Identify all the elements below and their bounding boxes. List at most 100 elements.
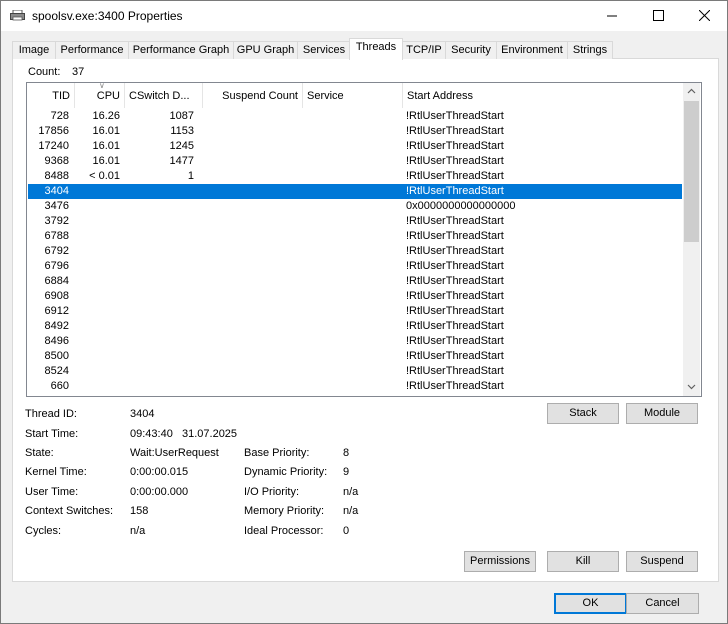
- thread-start-address-cell: !RtlUserThreadStart: [406, 110, 504, 122]
- tab-environment[interactable]: Environment: [496, 41, 568, 59]
- tab-tcpip[interactable]: TCP/IP: [402, 41, 446, 59]
- thread-id-label: Thread ID:: [25, 408, 77, 420]
- table-row[interactable]: 17240 16.01 1245 !RtlUserThreadStart: [28, 139, 682, 154]
- thread-start-address-cell: !RtlUserThreadStart: [406, 140, 504, 152]
- thread-tid-cell: 6796: [44, 260, 69, 272]
- column-header-start-address[interactable]: Start Address: [403, 83, 683, 108]
- table-row[interactable]: 6796 !RtlUserThreadStart: [28, 259, 682, 274]
- thread-cpu-cell: [72, 184, 120, 199]
- thread-cpu-cell: [72, 274, 120, 289]
- thread-id-value: 3404: [130, 408, 155, 420]
- thread-tid-cell: 6912: [44, 305, 69, 317]
- table-row[interactable]: 8500 !RtlUserThreadStart: [28, 349, 682, 364]
- table-row[interactable]: 6792 !RtlUserThreadStart: [28, 244, 682, 259]
- thread-cpu-cell: 16.26: [92, 110, 120, 122]
- table-row[interactable]: 9368 16.01 1477 !RtlUserThreadStart: [28, 154, 682, 169]
- thread-cswitch-cell: 1245: [169, 140, 194, 152]
- printer-icon: [10, 10, 25, 21]
- thread-cswitch-cell: 1: [187, 170, 194, 182]
- table-row[interactable]: 3476 0x0000000000000000: [28, 199, 682, 214]
- column-header-tid[interactable]: TID: [27, 83, 75, 108]
- tab-threads[interactable]: Threads: [349, 38, 403, 60]
- scroll-down-icon[interactable]: [683, 379, 700, 396]
- window-title: spoolsv.exe:3400 Properties: [32, 9, 183, 23]
- thread-start-address-cell: !RtlUserThreadStart: [406, 320, 504, 332]
- minimize-button[interactable]: [589, 1, 635, 31]
- thread-cswitch-cell: 1477: [169, 155, 194, 167]
- column-header-service[interactable]: Service: [303, 83, 403, 108]
- ideal-processor-value: 0: [343, 525, 350, 537]
- table-row[interactable]: 17856 16.01 1153 !RtlUserThreadStart: [28, 124, 682, 139]
- cancel-button[interactable]: Cancel: [626, 593, 699, 614]
- table-row[interactable]: 660 !RtlUserThreadStart: [28, 379, 682, 394]
- scrollbar-thumb[interactable]: [684, 101, 699, 242]
- thread-tid-cell: 6788: [44, 230, 69, 242]
- close-icon: [698, 9, 710, 22]
- thread-tid-cell: 3792: [44, 215, 69, 227]
- memory-priority-value: n/a: [343, 505, 359, 517]
- table-row[interactable]: 8524 !RtlUserThreadStart: [28, 364, 682, 379]
- tab-image[interactable]: Image: [12, 41, 56, 59]
- table-row[interactable]: 6884 !RtlUserThreadStart: [28, 274, 682, 289]
- table-row[interactable]: 8492 !RtlUserThreadStart: [28, 319, 682, 334]
- threads-list[interactable]: TID CPU ∨ CSwitch D... Suspend Count Ser…: [26, 82, 702, 397]
- thread-cswitch-cell: 1087: [169, 110, 194, 122]
- table-row[interactable]: 6788 !RtlUserThreadStart: [28, 229, 682, 244]
- scroll-up-icon[interactable]: [683, 83, 700, 100]
- tab-performance-graph[interactable]: Performance Graph: [128, 41, 234, 59]
- close-button[interactable]: [681, 1, 727, 31]
- maximize-button[interactable]: [635, 1, 681, 31]
- kill-button[interactable]: Kill: [547, 551, 619, 572]
- thread-cpu-cell: [72, 214, 120, 229]
- thread-start-address-cell: 0x0000000000000000: [406, 200, 516, 212]
- suspend-button[interactable]: Suspend: [626, 551, 698, 572]
- thread-start-address-cell: !RtlUserThreadStart: [406, 290, 504, 302]
- thread-cswitch-cell: 1153: [170, 125, 194, 137]
- tab-security[interactable]: Security: [445, 41, 497, 59]
- thread-start-address-cell: !RtlUserThreadStart: [406, 335, 504, 347]
- thread-start-address-cell: !RtlUserThreadStart: [406, 245, 504, 257]
- thread-cswitch-cell: [124, 274, 194, 289]
- tab-gpu-graph[interactable]: GPU Graph: [233, 41, 298, 59]
- thread-start-address-cell: !RtlUserThreadStart: [406, 125, 504, 137]
- thread-cpu-cell: [72, 289, 120, 304]
- title-bar[interactable]: spoolsv.exe:3400 Properties: [1, 1, 727, 31]
- count-label: Count:: [28, 66, 61, 78]
- table-row[interactable]: 6908 !RtlUserThreadStart: [28, 289, 682, 304]
- permissions-button[interactable]: Permissions: [464, 551, 536, 572]
- tab-services[interactable]: Services: [297, 41, 351, 59]
- table-row[interactable]: 8496 !RtlUserThreadStart: [28, 334, 682, 349]
- kernel-time-value: 0:00:00.015: [130, 466, 189, 478]
- tab-performance[interactable]: Performance: [55, 41, 129, 59]
- list-header: TID CPU ∨ CSwitch D... Suspend Count Ser…: [27, 83, 683, 108]
- thread-cswitch-cell: [124, 259, 194, 274]
- thread-tid-cell: 17856: [38, 125, 69, 137]
- module-button[interactable]: Module: [626, 403, 698, 424]
- thread-cpu-cell: [72, 364, 120, 379]
- tab-strings[interactable]: Strings: [567, 41, 613, 59]
- thread-tid-cell: 728: [50, 110, 69, 122]
- column-header-cswitch-delta[interactable]: CSwitch D...: [125, 83, 203, 108]
- thread-cswitch-cell: [124, 304, 194, 319]
- thread-tid-cell: 6908: [44, 290, 69, 302]
- cycles-value: n/a: [130, 525, 146, 537]
- vertical-scrollbar[interactable]: [683, 83, 700, 396]
- table-row[interactable]: 6912 !RtlUserThreadStart: [28, 304, 682, 319]
- ok-button[interactable]: OK: [554, 593, 627, 614]
- table-row[interactable]: 3792 !RtlUserThreadStart: [28, 214, 682, 229]
- column-header-suspend-count[interactable]: Suspend Count: [203, 83, 303, 108]
- table-row-selected[interactable]: 3404 !RtlUserThreadStart: [28, 184, 682, 199]
- stack-button[interactable]: Stack: [547, 403, 619, 424]
- thread-tid-cell: 3476: [44, 200, 69, 212]
- table-row[interactable]: 8488 < 0.01 1 !RtlUserThreadStart: [28, 169, 682, 184]
- memory-priority-label: Memory Priority:: [244, 505, 325, 517]
- count-value: 37: [72, 66, 85, 78]
- thread-cpu-cell: 16.01: [92, 125, 120, 137]
- thread-start-address-cell: !RtlUserThreadStart: [406, 185, 504, 197]
- table-row[interactable]: 728 16.26 1087 !RtlUserThreadStart: [28, 109, 682, 124]
- minimize-icon: [606, 15, 617, 17]
- thread-start-address-cell: !RtlUserThreadStart: [406, 260, 504, 272]
- thread-cswitch-cell: [124, 199, 194, 214]
- thread-tid-cell: 8496: [44, 335, 69, 347]
- thread-cswitch-cell: [124, 214, 194, 229]
